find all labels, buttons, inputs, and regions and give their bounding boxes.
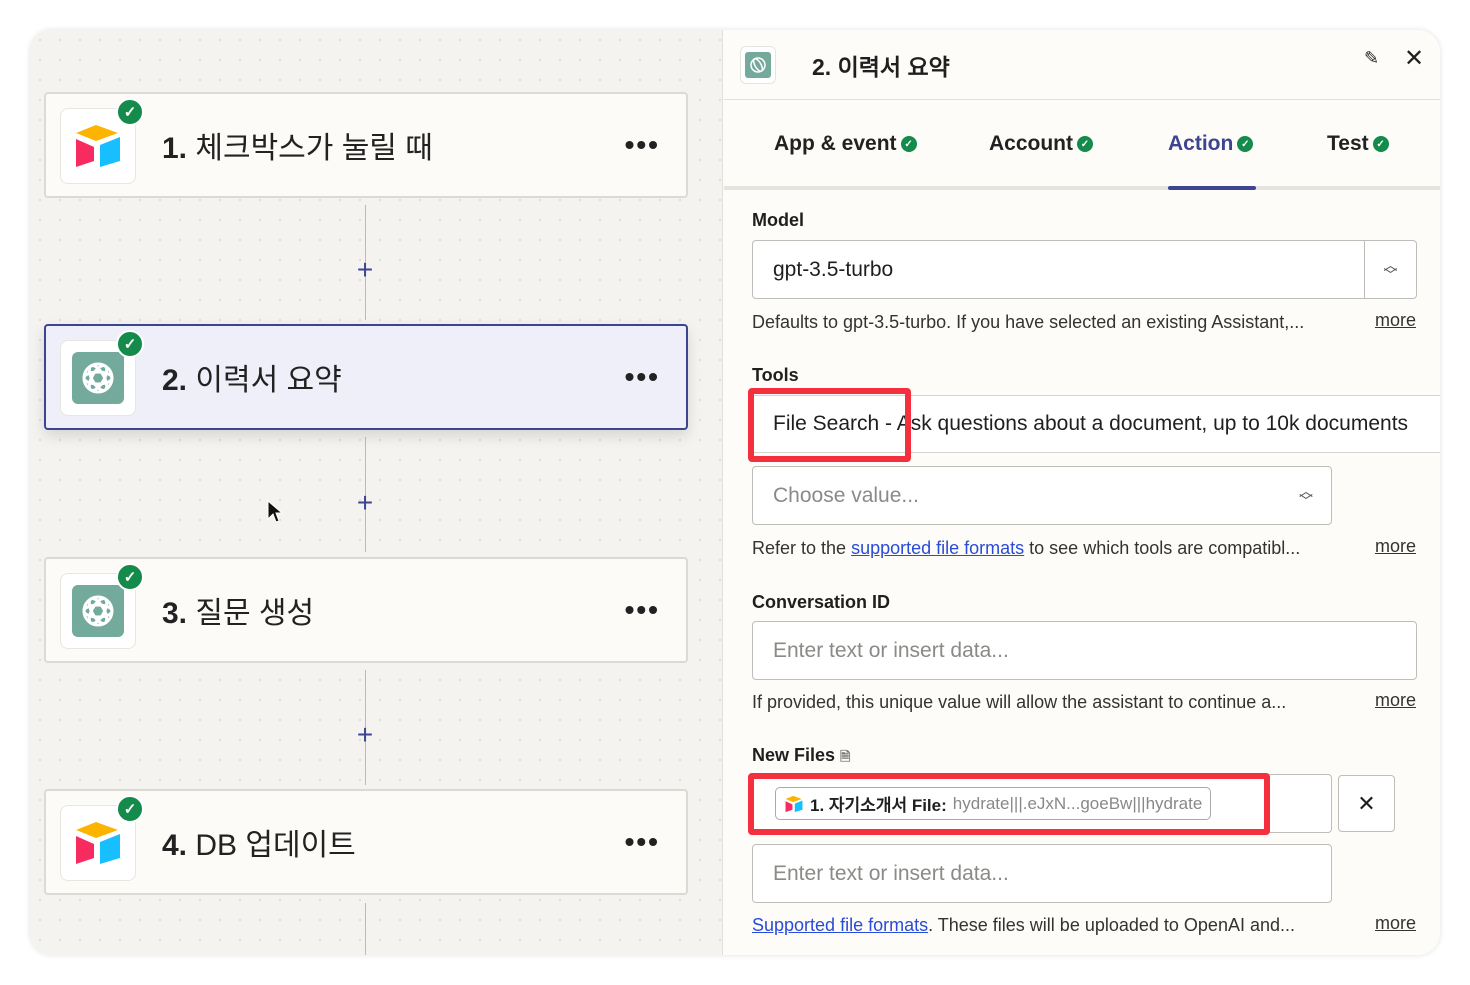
label-text: New Files [752, 745, 836, 765]
app-frame: + + + ✓ 1. 체크박스가 눌릴 때 ••• ✓ 2. 이력서 요약 ••… [30, 30, 1440, 955]
highlight-box [748, 773, 1270, 835]
check-icon: ✓ [116, 795, 144, 823]
conversation-help: If provided, this unique value will allo… [752, 692, 1287, 712]
close-icon[interactable]: ✕ [1404, 44, 1424, 73]
tab-label: App & event [774, 132, 897, 155]
check-icon: ✓ [116, 98, 144, 126]
more-menu-button[interactable]: ••• [625, 129, 660, 161]
model-value: gpt-3.5-turbo [773, 257, 894, 281]
chevron-updown-icon: ︿ ﹀ [1299, 482, 1313, 509]
check-icon: ✓ [1237, 136, 1254, 152]
more-menu-button[interactable]: ••• [625, 361, 660, 393]
check-icon: ✓ [116, 563, 144, 591]
check-icon: ✓ [900, 136, 917, 152]
panel-header: 2. 이력서 요약 ✎ ✕ [724, 30, 1440, 100]
step-card-2[interactable]: ✓ 2. 이력서 요약 ••• [44, 324, 688, 430]
supported-formats-link[interactable]: supported file formats [851, 538, 1024, 558]
files-help: Supported file formats. These files will… [752, 915, 1295, 936]
step-title: 질문 생성 [195, 597, 315, 630]
more-link[interactable]: more [1375, 913, 1416, 934]
mouse-cursor-icon [267, 500, 283, 523]
files-input-2[interactable]: Enter text or insert data... [752, 844, 1332, 903]
more-menu-button[interactable]: ••• [625, 594, 660, 626]
openai-icon [740, 45, 776, 84]
tab-account[interactable]: Account ✓ [989, 132, 1093, 156]
add-step-button[interactable]: + [353, 719, 377, 751]
tools-placeholder: Choose value... [773, 483, 919, 507]
placeholder: Enter text or insert data... [773, 861, 1009, 885]
tab-label: Action [1168, 132, 1234, 155]
check-icon: ✓ [1372, 136, 1389, 152]
tools-label: Tools [752, 365, 799, 385]
remove-file-button[interactable]: ✕ [1338, 775, 1395, 832]
tab-action[interactable]: Action ✓ [1168, 132, 1254, 156]
step-number: 2. [162, 364, 188, 397]
more-link[interactable]: more [1375, 536, 1416, 557]
more-link[interactable]: more [1375, 690, 1416, 711]
step-card-3[interactable]: ✓ 3. 질문 생성 ••• [44, 557, 688, 663]
model-select[interactable]: gpt-3.5-turbo ︿ ﹀ [752, 240, 1417, 299]
step-editor-panel: 2. 이력서 요약 ✎ ✕ App & event ✓ Account ✓ Acti… [724, 30, 1440, 955]
connector [365, 903, 366, 955]
help-text: Refer to the [752, 538, 852, 558]
step-number: 1. [162, 132, 188, 165]
supported-formats-link[interactable]: Supported file formats [752, 915, 928, 935]
conversation-input[interactable]: Enter text or insert data... [752, 621, 1417, 680]
tab-label: Test [1327, 132, 1369, 155]
tab-app-event[interactable]: App & event ✓ [774, 132, 917, 156]
close-icon: ✕ [1357, 790, 1376, 816]
help-text: . These files will be uploaded to OpenAI… [928, 915, 1295, 935]
placeholder: Enter text or insert data... [773, 638, 1009, 662]
tab-test[interactable]: Test ✓ [1327, 132, 1389, 156]
step-card-1[interactable]: ✓ 1. 체크박스가 눌릴 때 ••• [44, 92, 688, 198]
check-icon: ✓ [1077, 136, 1093, 152]
step-number: 4. [162, 829, 188, 862]
step-number: 3. [162, 597, 188, 630]
more-link[interactable]: more [1375, 310, 1416, 331]
files-label: New Files 🗎 [752, 745, 851, 770]
step-title: 이력서 요약 [195, 364, 342, 397]
more-menu-button[interactable]: ••• [625, 826, 660, 858]
panel-title: 2. 이력서 요약 [812, 53, 950, 80]
tab-label: Account [989, 132, 1073, 155]
tools-select[interactable]: Choose value... ︿ ﹀ [752, 466, 1332, 525]
model-help: Defaults to gpt-3.5-turbo. If you have s… [752, 312, 1305, 332]
tools-help: Refer to the supported file formats to s… [752, 538, 1300, 559]
conversation-label: Conversation ID [752, 592, 891, 612]
help-text: to see which tools are compatibl... [1024, 538, 1301, 558]
add-step-button[interactable]: + [353, 254, 377, 286]
step-title: 체크박스가 눌릴 때 [195, 132, 433, 165]
active-tab-indicator [1168, 186, 1256, 190]
step-title: DB 업데이트 [195, 829, 356, 862]
edit-pencil-icon[interactable]: ✎ [1364, 48, 1379, 69]
document-icon: 🗎 [840, 749, 851, 764]
chevron-updown-icon[interactable]: ︿ ﹀ [1364, 241, 1416, 298]
workflow-canvas: + + + ✓ 1. 체크박스가 눌릴 때 ••• ✓ 2. 이력서 요약 ••… [30, 30, 723, 955]
tab-bar: App & event ✓ Account ✓ Action ✓ Test ✓ [724, 100, 1440, 190]
highlight-box [748, 388, 911, 462]
check-icon: ✓ [116, 330, 144, 358]
model-label: Model [752, 210, 804, 230]
step-card-4[interactable]: ✓ 4. DB 업데이트 ••• [44, 789, 688, 895]
add-step-button[interactable]: + [353, 487, 377, 519]
